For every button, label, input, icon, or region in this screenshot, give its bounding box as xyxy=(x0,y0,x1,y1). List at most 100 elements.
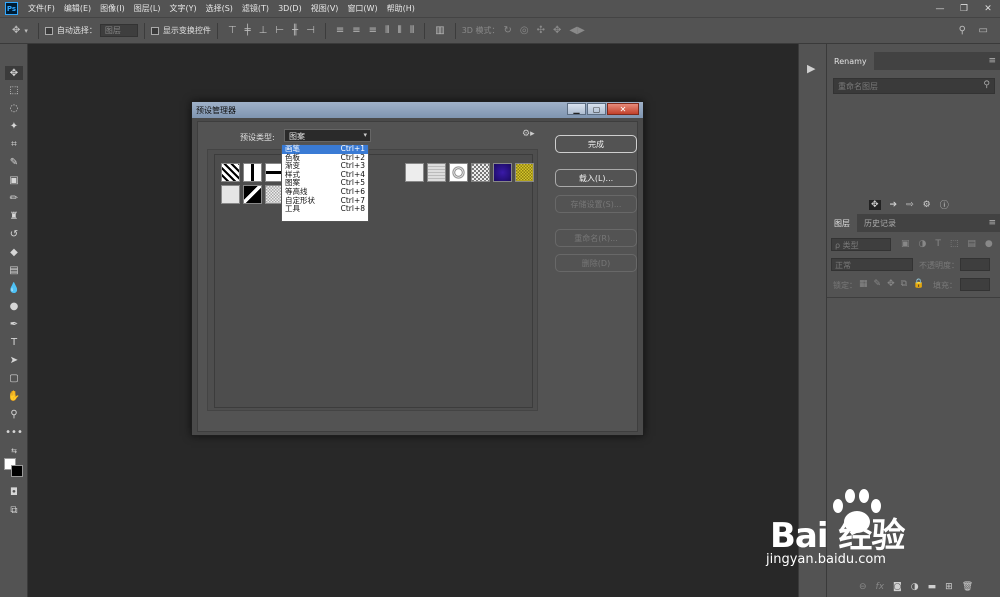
menu-view[interactable]: 视图(V) xyxy=(311,3,339,14)
distribute-top-icon[interactable]: ≡ xyxy=(336,25,344,36)
menu-image[interactable]: 图像(I) xyxy=(100,3,125,14)
more-tools-icon[interactable]: ••• xyxy=(5,425,23,439)
lock-all-icon[interactable]: 🔒 xyxy=(913,279,924,289)
dialog-titlebar[interactable]: 预设管理器 ▁ ▢ ✕ xyxy=(192,102,643,118)
tab-renamy[interactable]: Renamy xyxy=(827,52,874,70)
settings-icon[interactable]: ⚙ xyxy=(923,200,931,210)
search-icon[interactable]: ⚲ xyxy=(959,25,966,36)
align-top-icon[interactable]: ⊤ xyxy=(228,25,237,36)
filter-toggle-icon[interactable]: ● xyxy=(985,239,993,249)
dialog-minimize-button[interactable]: ▁ xyxy=(567,103,586,115)
distribute-right-icon[interactable]: ⦀ xyxy=(410,25,414,36)
info-icon[interactable]: ⓘ xyxy=(940,198,949,211)
menu-type[interactable]: 文字(Y) xyxy=(169,3,196,14)
trash-icon[interactable]: 🗑 xyxy=(962,582,973,592)
fill-input[interactable] xyxy=(960,278,990,291)
brush-tool-icon[interactable]: ✏ xyxy=(5,191,23,205)
zoom-tool-icon[interactable]: ⚲ xyxy=(5,407,23,421)
pattern-swatch[interactable] xyxy=(427,163,446,182)
3d-scale-icon[interactable]: ◀▶ xyxy=(569,25,584,36)
healing-brush-icon[interactable]: ▣ xyxy=(5,173,23,187)
tab-history[interactable]: 历史记录 xyxy=(857,214,903,232)
menu-filter[interactable]: 滤镜(T) xyxy=(242,3,269,14)
lock-artboard-icon[interactable]: ⧉ xyxy=(901,279,907,289)
3d-roll-icon[interactable]: ◎ xyxy=(520,25,529,36)
magic-wand-icon[interactable]: ✦ xyxy=(5,119,23,133)
renamy-search-input[interactable]: 重命名图层 ⚲ xyxy=(833,78,995,94)
auto-select-dropdown[interactable]: 图层 xyxy=(99,24,138,37)
play-icon[interactable]: ▶ xyxy=(807,62,815,75)
clone-stamp-icon[interactable]: ♜ xyxy=(5,209,23,223)
pattern-swatch[interactable] xyxy=(405,163,424,182)
path-select-icon[interactable]: ➤ xyxy=(5,353,23,367)
add-mask-icon[interactable]: ◙ xyxy=(893,582,902,592)
dialog-maximize-button[interactable]: ▢ xyxy=(587,103,606,115)
chevron-down-icon[interactable]: ▾ xyxy=(24,27,28,35)
3d-orbit-icon[interactable]: ↻ xyxy=(503,25,511,36)
rename-button[interactable]: 重命名(R)... xyxy=(555,229,637,247)
done-button[interactable]: 完成 xyxy=(555,135,637,153)
dialog-close-button[interactable]: ✕ xyxy=(607,103,639,115)
load-button[interactable]: 载入(L)... xyxy=(555,169,637,187)
align-bottom-icon[interactable]: ⊥ xyxy=(259,25,268,36)
dodge-tool-icon[interactable]: ● xyxy=(5,299,23,313)
pattern-swatch[interactable] xyxy=(221,163,240,182)
move-tool-icon[interactable]: ✥ xyxy=(5,66,23,80)
export-icon[interactable]: ⇨ xyxy=(906,200,914,210)
restore-button[interactable]: ❐ xyxy=(952,0,976,17)
menu-window[interactable]: 窗口(W) xyxy=(347,3,377,14)
menu-3d[interactable]: 3D(D) xyxy=(278,4,302,13)
panel-menu-icon[interactable]: ≡ xyxy=(988,56,996,66)
smart-object-filter-icon[interactable]: ▤ xyxy=(967,239,976,249)
swap-colors-icon[interactable]: ⇆ xyxy=(5,444,23,458)
distribute-vcenter-icon[interactable]: ≡ xyxy=(352,25,360,36)
lasso-tool-icon[interactable]: ◌ xyxy=(5,101,23,115)
adjustment-filter-icon[interactable]: ◑ xyxy=(919,239,927,249)
shape-tool-icon[interactable]: ▢ xyxy=(5,371,23,385)
save-set-button[interactable]: 存储设置(S)... xyxy=(555,195,637,213)
new-layer-icon[interactable]: ⊞ xyxy=(945,582,953,592)
lock-pixels-icon[interactable]: ▦ xyxy=(859,279,868,289)
menu-edit[interactable]: 编辑(E) xyxy=(64,3,91,14)
align-hcenter-icon[interactable]: ╫ xyxy=(292,25,298,36)
quick-mask-icon[interactable]: ◘ xyxy=(5,485,23,499)
eyedropper-icon[interactable]: ✎ xyxy=(5,155,23,169)
3d-pan-icon[interactable]: ✣ xyxy=(537,25,545,36)
lock-paint-icon[interactable]: ✎ xyxy=(874,279,882,289)
menu-help[interactable]: 帮助(H) xyxy=(387,3,415,14)
panel-menu-icon[interactable]: ≡ xyxy=(988,218,996,228)
marquee-tool-icon[interactable]: ⬚ xyxy=(5,83,23,97)
screen-mode-icon[interactable]: ⧉ xyxy=(5,503,23,517)
eraser-icon[interactable]: ◆ xyxy=(5,245,23,259)
pattern-swatch[interactable] xyxy=(243,163,262,182)
show-transform-checkbox[interactable] xyxy=(150,26,159,35)
adjustment-layer-icon[interactable]: ◑ xyxy=(911,582,919,592)
3d-slide-icon[interactable]: ✥ xyxy=(553,25,561,36)
pattern-swatch[interactable] xyxy=(449,163,468,182)
preset-type-select[interactable]: 图案 ▾ xyxy=(284,129,371,142)
align-vcenter-icon[interactable]: ╪ xyxy=(245,25,251,36)
pattern-swatch[interactable] xyxy=(471,163,490,182)
fx-icon[interactable]: fx xyxy=(876,582,885,592)
gear-icon[interactable]: ⚙▸ xyxy=(522,129,535,139)
pattern-swatch[interactable] xyxy=(243,185,262,204)
minimize-button[interactable]: — xyxy=(928,0,952,17)
close-button[interactable]: ✕ xyxy=(976,0,1000,17)
pen-tool-icon[interactable]: ✒ xyxy=(5,317,23,331)
background-color-swatch[interactable] xyxy=(11,465,23,477)
menu-file[interactable]: 文件(F) xyxy=(28,3,55,14)
pattern-swatch[interactable] xyxy=(515,163,534,182)
gradient-tool-icon[interactable]: ▤ xyxy=(5,263,23,277)
new-group-icon[interactable]: ▬ xyxy=(928,582,937,592)
type-tool-icon[interactable]: T xyxy=(5,335,23,349)
history-brush-icon[interactable]: ↺ xyxy=(5,227,23,241)
move-tool-icon[interactable]: ✥ xyxy=(12,25,20,36)
lock-position-icon[interactable]: ✥ xyxy=(887,279,895,289)
menu-layer[interactable]: 图层(L) xyxy=(134,3,161,14)
tab-layers[interactable]: 图层 xyxy=(827,214,857,232)
distribute-hcenter-icon[interactable]: ⦀ xyxy=(397,25,401,36)
workspace-icon[interactable]: ▭ xyxy=(979,25,988,36)
distribute-left-icon[interactable]: ⦀ xyxy=(385,25,389,36)
pattern-swatch[interactable] xyxy=(221,185,240,204)
image-filter-icon[interactable]: ▣ xyxy=(901,239,910,249)
